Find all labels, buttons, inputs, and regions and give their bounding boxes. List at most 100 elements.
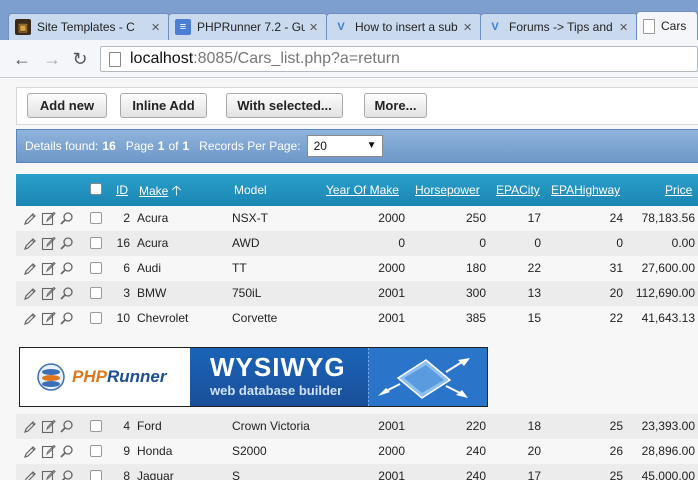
cell-city: 17 [527,469,541,480]
cell-make: Audi [137,261,162,275]
edit-record-icon[interactable] [41,311,56,329]
search-record-icon[interactable] [59,261,74,279]
cell-highway: 31 [609,261,623,275]
search-record-icon[interactable] [59,211,74,229]
cell-highway: 25 [609,419,623,433]
records-info-bar: Details found: 16 Page 1 of 1 Records Pe… [16,129,698,163]
cell-id: 10 [116,311,130,325]
row-checkbox[interactable] [90,237,102,249]
table-row: 3 BMW 750iL 2001 300 13 20 112,690.00 [16,281,698,306]
search-record-icon[interactable] [59,419,74,437]
cell-highway: 0 [616,236,623,250]
row-action-icons [23,236,74,254]
cell-city: 0 [534,236,541,250]
column-header-id[interactable]: ID [116,174,128,206]
column-header-make[interactable]: Make [139,184,168,198]
row-checkbox[interactable] [90,212,102,224]
row-checkbox[interactable] [90,287,102,299]
view-details-icon[interactable] [23,469,38,480]
address-bar[interactable]: localhost:8085/Cars_list.php?a=return [100,46,698,72]
records-per-page-value: 20 [313,139,327,153]
action-button-bar: Add new Inline Add With selected... More… [16,87,698,125]
view-details-icon[interactable] [23,419,38,437]
column-header-epacity[interactable]: EPACity [496,174,540,206]
page-total: 1 [182,139,190,153]
close-icon[interactable]: ✕ [151,21,163,34]
edit-record-icon[interactable] [41,286,56,304]
cell-make: Acura [137,211,169,225]
cell-city: 17 [527,211,541,225]
row-checkbox[interactable] [90,262,102,274]
view-details-icon[interactable] [23,286,38,304]
row-checkbox[interactable] [90,312,102,324]
cell-hp: 180 [465,261,486,275]
of-label: of [168,139,179,153]
tab-title: PHPRunner 7.2 - Gu [197,20,305,34]
column-header-epahighway[interactable]: EPAHighway [551,174,620,206]
cell-year: 2000 [378,211,405,225]
cell-price: 112,690.00 [635,286,695,300]
row-checkbox[interactable] [90,470,102,480]
banner-message-area: WYSIWYG web database builder [190,348,487,406]
with-selected-button[interactable]: With selected... [226,93,343,118]
close-icon[interactable]: ✕ [463,21,475,34]
view-details-icon[interactable] [23,211,38,229]
add-new-button[interactable]: Add new [27,93,107,118]
close-icon[interactable]: ✕ [619,21,631,34]
browser-tab-site-templates[interactable]: ▣ Site Templates - C ✕ [8,13,170,40]
browser-tab-phprunner-guide[interactable]: ≡ PHPRunner 7.2 - Gu ✕ [168,13,328,40]
sort-ascending-icon: 🡡 [171,182,182,198]
search-record-icon[interactable] [59,444,74,462]
cell-year: 2001 [378,419,405,433]
view-details-icon[interactable] [23,311,38,329]
cars-grid: ID Make 🡡 Model Year Of Make Horsepower E… [16,174,698,480]
edit-record-icon[interactable] [41,444,56,462]
cell-highway: 20 [609,286,623,300]
more-button[interactable]: More... [364,93,427,118]
select-all-checkbox[interactable] [90,183,102,195]
search-record-icon[interactable] [59,311,74,329]
row-checkbox[interactable] [90,445,102,457]
column-header-horsepower[interactable]: Horsepower [415,174,480,206]
tab-title: Forums -> Tips and [509,20,613,34]
banner-row: PHPRunner WYSIWYG web database builder [16,331,698,414]
column-header-price[interactable]: Price [665,174,692,206]
edit-record-icon[interactable] [41,469,56,480]
forum-v-icon: V [337,21,345,33]
edit-record-icon[interactable] [41,261,56,279]
edit-record-icon[interactable] [41,419,56,437]
search-record-icon[interactable] [59,469,74,480]
grid-header: ID Make 🡡 Model Year Of Make Horsepower E… [16,174,698,206]
page-content: Add new Inline Add With selected... More… [0,79,698,480]
column-header-make-wrap[interactable]: Make 🡡 [139,174,181,206]
column-header-year[interactable]: Year Of Make [326,174,399,206]
banner-subline: web database builder [210,383,343,398]
forward-arrow-icon[interactable]: → [42,49,62,69]
browser-tab-insert-sub[interactable]: V How to insert a sub ✕ [326,13,482,40]
view-details-icon[interactable] [23,444,38,462]
row-action-icons [23,419,74,437]
view-details-icon[interactable] [23,236,38,254]
browser-tab-cars[interactable]: Cars [636,11,698,40]
table-row: 4 Ford Crown Victoria 2001 220 18 25 23,393.00 [16,414,698,439]
inline-add-button[interactable]: Inline Add [120,93,207,118]
cell-city: 22 [527,261,541,275]
search-record-icon[interactable] [59,286,74,304]
browser-tab-forums-tips[interactable]: V Forums -> Tips and ✕ [480,13,638,40]
edit-record-icon[interactable] [41,211,56,229]
edit-record-icon[interactable] [41,236,56,254]
records-per-page-select[interactable]: 20 ▼ [306,135,383,157]
cell-price: 45,000.00 [641,469,695,480]
row-action-icons [23,211,74,229]
close-icon[interactable]: ✕ [309,21,321,34]
phprunner-banner[interactable]: PHPRunner WYSIWYG web database builder [19,347,488,407]
reload-icon[interactable]: ↻ [70,49,90,69]
view-details-icon[interactable] [23,261,38,279]
search-record-icon[interactable] [59,236,74,254]
url-path: :8085/Cars_list.php?a=return [193,50,400,67]
cell-model: S [232,469,241,480]
cell-hp: 300 [465,286,486,300]
cell-year: 2001 [378,311,405,325]
back-arrow-icon[interactable]: ← [12,49,32,69]
row-checkbox[interactable] [90,420,102,432]
